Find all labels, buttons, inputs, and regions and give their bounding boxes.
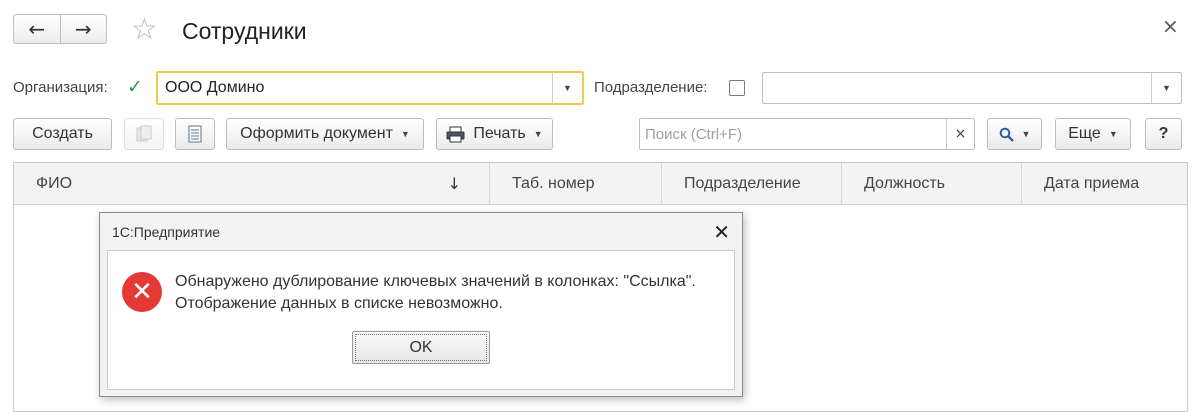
column-header-label: Таб. номер [512,174,595,192]
copy-document-icon [136,125,152,142]
column-header-tab-number[interactable]: Таб. номер [490,163,662,204]
search-options-button[interactable]: ▼ [987,118,1042,150]
organization-checkbox[interactable]: ✓ [127,76,143,98]
list-view-button[interactable] [175,118,215,150]
column-header-label: ФИО [36,174,73,192]
column-header-hire-date[interactable]: Дата приема [1022,163,1187,204]
chevron-down-icon: ▼ [1108,129,1118,139]
chevron-down-icon[interactable]: ▼ [1151,73,1181,103]
dialog-body: ✕ Обнаружено дублирование ключевых значе… [107,250,735,390]
more-button[interactable]: Еще ▼ [1055,118,1131,150]
print-button[interactable]: Печать ▼ [436,118,553,150]
favorite-star-icon[interactable]: ☆ [131,13,158,47]
organization-value: ООО Домино [165,79,265,96]
chevron-down-icon[interactable]: ▼ [552,73,582,103]
column-header-label: Подразделение [684,174,801,192]
column-header-subdivision[interactable]: Подразделение [662,163,842,204]
table-header: ФИО ↓ Таб. номер Подразделение Должность… [14,163,1187,205]
search-field: × [639,118,975,150]
printer-icon [446,126,465,142]
history-nav: ← → [13,14,107,44]
organization-field[interactable]: ООО Домино ▼ [156,71,584,105]
error-message-line-1: Обнаружено дублирование ключевых значени… [175,273,696,290]
make-document-button[interactable]: Оформить документ ▼ [226,118,424,150]
dialog-title: 1С:Предприятие [112,223,221,240]
column-header-fio[interactable]: ФИО ↓ [14,163,490,204]
sort-descending-icon: ↓ [447,174,461,193]
clear-icon[interactable]: × [946,119,974,149]
column-header-label: Должность [864,174,945,192]
error-icon: ✕ [122,272,162,312]
error-dialog: 1С:Предприятие ✕ ✕ Обнаружено дублирован… [99,212,743,397]
subdivision-field[interactable]: ▼ [762,72,1182,104]
back-arrow-icon[interactable]: ← [14,15,60,43]
page-title: Сотрудники [182,18,307,44]
organization-label: Организация: [13,79,108,96]
chevron-down-icon: ▼ [400,129,410,139]
chevron-down-icon: ▼ [533,129,543,139]
make-document-label: Оформить документ [240,125,393,142]
checkmark-icon: ✓ [127,76,143,98]
list-document-icon [188,125,202,143]
more-label: Еще [1068,125,1101,142]
subdivision-label: Подразделение: [594,79,708,96]
column-header-label: Дата приема [1044,174,1140,192]
dialog-title-bar: 1С:Предприятие ✕ [100,213,742,250]
search-icon [999,127,1014,142]
close-icon[interactable]: × [1162,14,1179,38]
create-button[interactable]: Создать [13,118,112,150]
close-icon[interactable]: ✕ [713,220,730,244]
column-header-position[interactable]: Должность [842,163,1022,204]
print-label: Печать [473,125,526,142]
copy-button[interactable] [124,118,164,150]
search-input[interactable] [640,119,946,149]
ok-button[interactable]: OK [352,331,490,364]
help-button[interactable]: ? [1145,118,1182,150]
subdivision-checkbox[interactable] [729,80,745,96]
error-message-line-2: Отображение данных в списке невозможно. [175,295,503,312]
chevron-down-icon: ▼ [1021,129,1031,139]
forward-arrow-icon[interactable]: → [59,15,107,43]
